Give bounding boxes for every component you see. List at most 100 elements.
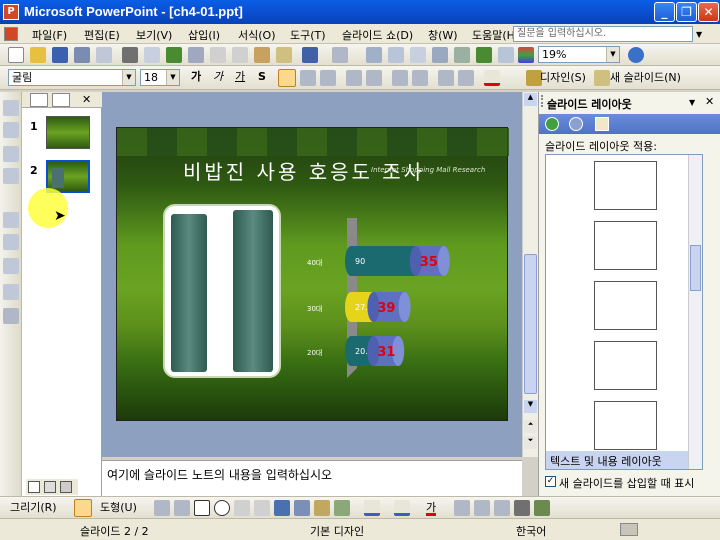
menu-edit[interactable]: 편집(E) <box>84 27 120 43</box>
bullets-icon[interactable] <box>366 70 382 86</box>
move-down-icon[interactable] <box>3 168 19 184</box>
print-preview-icon[interactable] <box>144 47 160 63</box>
scroll-down-icon[interactable]: ▼ <box>524 400 537 413</box>
ask-question-input[interactable]: 질문을 입력하십시오. <box>513 26 693 42</box>
textbox-icon[interactable] <box>234 500 250 516</box>
decrease-font-icon[interactable] <box>412 70 428 86</box>
summary-slide-icon[interactable] <box>3 258 19 274</box>
show-grid-icon[interactable] <box>498 47 514 63</box>
cut-icon[interactable] <box>210 47 226 63</box>
spelling-icon[interactable] <box>166 47 182 63</box>
chevron-down-icon[interactable]: ▼ <box>606 47 619 62</box>
show-on-insert-checkbox[interactable]: ✓ <box>545 476 556 487</box>
chevron-down-icon[interactable]: ▼ <box>122 70 135 85</box>
align-left-icon[interactable] <box>278 69 296 87</box>
color-grayscale-icon[interactable] <box>518 47 534 63</box>
oval-icon[interactable] <box>214 500 230 516</box>
pane-close-icon[interactable]: ✕ <box>82 93 91 106</box>
gallery-scroll-thumb[interactable] <box>690 245 701 291</box>
clipart-icon[interactable] <box>314 500 330 516</box>
collapse-icon[interactable] <box>3 212 19 228</box>
document-icon[interactable] <box>4 27 18 41</box>
next-slide-icon[interactable]: ⏷ <box>524 436 537 449</box>
expand-icon[interactable] <box>3 234 19 250</box>
minimize-button[interactable]: _ <box>654 2 675 22</box>
restore-button[interactable]: ❐ <box>676 2 697 22</box>
save-icon[interactable] <box>52 47 68 63</box>
show-formatting-icon[interactable] <box>3 284 19 300</box>
font-size-aa-icon[interactable] <box>3 308 19 324</box>
wordart-icon[interactable] <box>274 500 290 516</box>
layout-title-content[interactable] <box>594 161 657 210</box>
slide-canvas[interactable]: 비밥진 사용 호응도 조사 Internet Shopping Mall Res… <box>116 127 509 421</box>
slide-thumbnail-1[interactable] <box>46 116 90 149</box>
format-painter-icon[interactable] <box>276 47 292 63</box>
menu-view[interactable]: 보기(V) <box>136 27 172 43</box>
redo-icon[interactable] <box>332 47 348 63</box>
autoshapes-button[interactable]: 도형(U) <box>100 500 137 516</box>
slideshow-view-icon[interactable] <box>60 481 72 493</box>
line-icon[interactable] <box>154 500 170 516</box>
outline-tab[interactable] <box>30 93 48 107</box>
menu-file[interactable]: 파일(F) <box>32 27 67 43</box>
font-color-icon[interactable] <box>484 70 500 86</box>
layout-gallery[interactable]: 텍스트 및 내용 레이아웃 <box>545 154 703 470</box>
bar-chart[interactable]: 40대 90 3530대 27.4 3920대 20.4 31 <box>307 218 477 378</box>
research-icon[interactable] <box>188 47 204 63</box>
diagram-icon[interactable] <box>294 500 310 516</box>
line-color-icon[interactable] <box>394 500 410 516</box>
dash-style-icon[interactable] <box>474 500 490 516</box>
align-right-icon[interactable] <box>320 70 336 86</box>
back-icon[interactable] <box>545 117 559 131</box>
decrease-indent-icon[interactable] <box>438 70 454 86</box>
vertical-textbox-icon[interactable] <box>254 500 270 516</box>
menu-format[interactable]: 서식(O) <box>238 27 275 43</box>
insert-table-icon[interactable] <box>388 47 404 63</box>
menu-slideshow[interactable]: 슬라이드 쇼(D) <box>342 27 413 43</box>
forward-icon[interactable] <box>569 117 583 131</box>
expand-all-icon[interactable] <box>454 47 470 63</box>
slide-sorter-icon[interactable] <box>44 481 56 493</box>
picture-icon[interactable] <box>334 500 350 516</box>
font-size-combo[interactable]: 18 ▼ <box>140 69 180 86</box>
layout-two-content[interactable] <box>594 221 657 270</box>
move-up-icon[interactable] <box>3 146 19 162</box>
arrow-style-icon[interactable] <box>494 500 510 516</box>
increase-font-icon[interactable] <box>392 70 408 86</box>
select-pointer-icon[interactable] <box>74 499 92 517</box>
gallery-scrollbar[interactable] <box>688 155 702 469</box>
close-button[interactable]: ✕ <box>698 2 719 22</box>
rectangle-icon[interactable] <box>194 500 210 516</box>
font-color-button[interactable]: 가 <box>426 500 437 516</box>
shadow-button[interactable]: S <box>254 69 270 85</box>
show-formatting-icon[interactable] <box>476 47 492 63</box>
spelling-status-icon[interactable] <box>620 523 638 536</box>
chevron-down-icon[interactable]: ▼ <box>166 70 179 85</box>
normal-view-icon[interactable] <box>28 481 40 493</box>
scroll-thumb[interactable] <box>524 254 537 394</box>
design-button[interactable]: 디자인(S) <box>540 70 586 86</box>
increase-indent-icon[interactable] <box>458 70 474 86</box>
draw-menu-button[interactable]: 그리기(R) <box>10 500 57 516</box>
slides-tab[interactable] <box>52 93 70 107</box>
pane-grip[interactable] <box>541 95 545 107</box>
insert-diagram-icon[interactable] <box>432 47 448 63</box>
new-slide-button[interactable]: 새 슬라이드(N) <box>610 70 681 86</box>
shadow-style-icon[interactable] <box>514 500 530 516</box>
layout-title-four-content[interactable] <box>594 341 657 390</box>
undo-icon[interactable] <box>302 47 318 63</box>
permission-icon[interactable] <box>74 47 90 63</box>
menu-tools[interactable]: 도구(T) <box>290 27 326 43</box>
chevron-down-icon[interactable]: ▼ <box>696 30 702 39</box>
copy-icon[interactable] <box>232 47 248 63</box>
3d-style-icon[interactable] <box>534 500 550 516</box>
close-icon[interactable]: ✕ <box>705 95 714 108</box>
arrow-icon[interactable] <box>174 500 190 516</box>
tables-borders-icon[interactable] <box>410 47 426 63</box>
help-icon[interactable] <box>628 47 644 63</box>
vertical-scrollbar[interactable]: ▲ ▼ ⏶ ⏷ <box>522 92 538 457</box>
chevron-down-icon[interactable]: ▼ <box>689 98 695 107</box>
font-combo[interactable]: 굴림 ▼ <box>8 69 136 86</box>
insert-chart-icon[interactable] <box>366 47 382 63</box>
zoom-combo[interactable]: 19% ▼ <box>538 46 620 63</box>
